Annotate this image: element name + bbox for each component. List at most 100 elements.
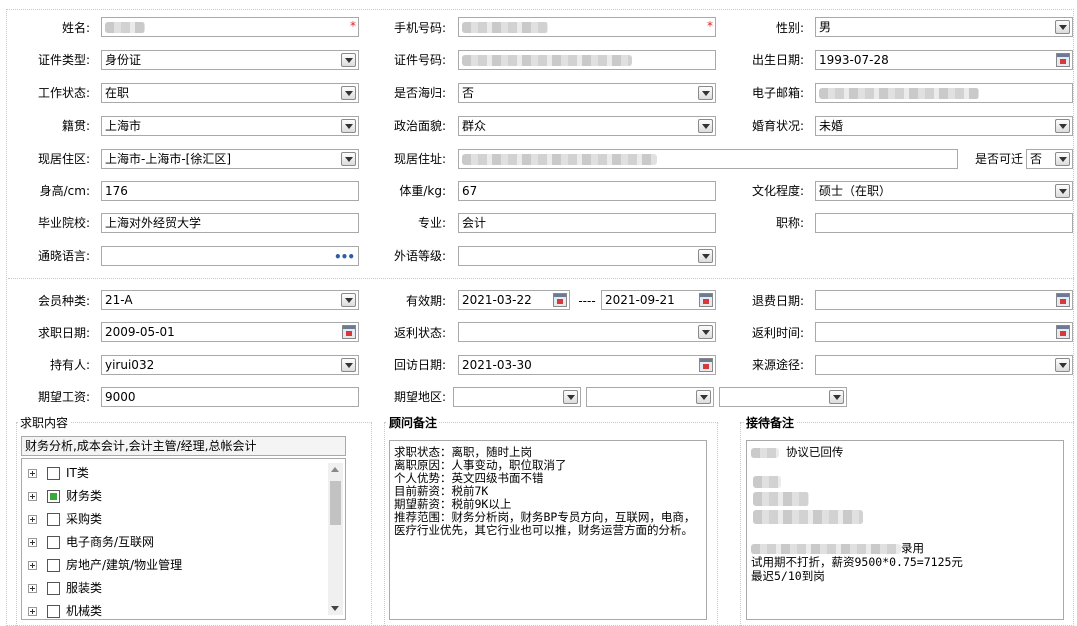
note-line: 试用期不打折，薪资9500*0.75=7125元	[751, 555, 963, 569]
phone-input[interactable]: *	[458, 17, 716, 37]
calendar-icon[interactable]	[342, 325, 356, 339]
chevron-down-icon[interactable]	[698, 86, 713, 100]
work-status-select[interactable]: 在职	[101, 83, 359, 103]
chevron-down-icon[interactable]	[696, 390, 711, 404]
school-input[interactable]: 上海对外经贸大学	[101, 213, 359, 233]
calendar-icon[interactable]	[1056, 293, 1070, 307]
redacted-block	[751, 474, 1059, 538]
expand-icon[interactable]	[28, 561, 37, 570]
major-input[interactable]: 会计	[458, 213, 716, 233]
language-level-select[interactable]	[458, 246, 716, 266]
tree-scrollbar[interactable]	[328, 463, 343, 615]
salary-input[interactable]: 9000	[101, 387, 359, 407]
chevron-down-icon[interactable]	[1055, 184, 1070, 198]
chevron-down-icon[interactable]	[1055, 358, 1070, 372]
redacted-value	[105, 22, 145, 33]
valid-to-input[interactable]: 2021-09-21	[601, 290, 716, 310]
chevron-down-icon[interactable]	[341, 293, 356, 307]
education-select[interactable]: 硕士（在职）	[815, 181, 1073, 201]
residence-area-select[interactable]: 上海市-上海市-[徐汇区]	[101, 149, 359, 169]
holder-value: yirui032	[105, 358, 155, 372]
checkbox[interactable]	[47, 605, 60, 618]
checkbox[interactable]	[47, 513, 60, 526]
expand-icon[interactable]	[28, 538, 37, 547]
region-district-select[interactable]	[719, 387, 847, 407]
id-type-select[interactable]: 身份证	[101, 50, 359, 70]
email-input[interactable]	[815, 83, 1073, 103]
expand-icon[interactable]	[28, 607, 37, 616]
chevron-down-icon[interactable]	[1055, 119, 1070, 133]
tree-item-label: 电子商务/互联网	[66, 535, 155, 549]
reception-notes-textarea[interactable]: 协议已回传 录用 试用期不打折，薪资9500*0.75=7125元 最迟5/10…	[746, 440, 1064, 620]
checkbox[interactable]	[47, 467, 60, 480]
gender-select[interactable]: 男	[815, 17, 1073, 37]
weight-value: 67	[462, 184, 478, 198]
chevron-down-icon[interactable]	[341, 152, 356, 166]
job-category-tree[interactable]: IT类 财务类 采购类 电子商务/互联网 房地产/建筑/物业管理 服装类 机械类	[21, 458, 346, 620]
member-type-value: 21-A	[105, 293, 133, 307]
chevron-down-icon[interactable]	[698, 249, 713, 263]
checkbox-checked[interactable]	[47, 490, 60, 503]
calendar-icon[interactable]	[1056, 53, 1070, 67]
chevron-down-icon[interactable]	[341, 53, 356, 67]
political-select[interactable]: 群众	[458, 116, 716, 136]
calendar-icon[interactable]	[699, 293, 713, 307]
chevron-down-icon[interactable]	[1055, 152, 1070, 166]
calendar-icon[interactable]	[553, 293, 567, 307]
native-label: 籍贯:	[61, 119, 90, 133]
revisit-date-input[interactable]: 2021-03-30	[458, 355, 716, 375]
chevron-down-icon[interactable]	[698, 325, 713, 339]
holder-label: 持有人:	[49, 358, 90, 372]
note-line: 协议已回传	[751, 446, 1059, 460]
checkbox[interactable]	[47, 559, 60, 572]
scroll-down-icon[interactable]	[331, 606, 339, 611]
tree-item-label: IT类	[66, 466, 89, 480]
marital-label: 婚育状况:	[751, 119, 804, 133]
refund-date-input[interactable]	[815, 290, 1073, 310]
height-input[interactable]: 176	[101, 181, 359, 201]
native-select[interactable]: 上海市	[101, 116, 359, 136]
expand-icon[interactable]	[28, 515, 37, 524]
id-number-input[interactable]	[458, 50, 716, 70]
consultant-notes-textarea[interactable]: 求职状态：离职，随时上岗 离职原因：人事变动，职位取消了 个人优势：英文四级书面…	[389, 440, 707, 620]
residence-area-value: 上海市-上海市-[徐汇区]	[105, 152, 232, 166]
chevron-down-icon[interactable]	[563, 390, 578, 404]
source-select[interactable]	[815, 355, 1073, 375]
salary-value: 9000	[105, 390, 136, 404]
member-type-select[interactable]: 21-A	[101, 290, 359, 310]
holder-select[interactable]: yirui032	[101, 355, 359, 375]
returnee-select[interactable]: 否	[458, 83, 716, 103]
chevron-down-icon[interactable]	[1055, 20, 1070, 34]
residence-address-input[interactable]	[458, 149, 958, 169]
relocate-select[interactable]: 否	[1026, 149, 1073, 169]
region-province-select[interactable]	[453, 387, 581, 407]
name-input[interactable]: *	[101, 17, 359, 37]
chevron-down-icon[interactable]	[341, 86, 356, 100]
rebate-status-select[interactable]	[458, 322, 716, 342]
birth-date-input[interactable]: 1993-07-28	[815, 50, 1073, 70]
redacted-value	[819, 88, 979, 99]
marital-select[interactable]: 未婚	[815, 116, 1073, 136]
chevron-down-icon[interactable]	[829, 390, 844, 404]
weight-input[interactable]: 67	[458, 181, 716, 201]
scroll-up-icon[interactable]	[331, 467, 339, 472]
calendar-icon[interactable]	[1056, 325, 1070, 339]
scroll-thumb[interactable]	[330, 481, 341, 525]
more-icon[interactable]: •••	[334, 248, 355, 265]
redacted-value	[462, 154, 657, 165]
expand-icon[interactable]	[28, 469, 37, 478]
expand-icon[interactable]	[28, 584, 37, 593]
job-title-input[interactable]	[815, 213, 1073, 233]
job-date-input[interactable]: 2009-05-01	[101, 322, 359, 342]
region-city-select[interactable]	[586, 387, 714, 407]
checkbox[interactable]	[47, 536, 60, 549]
expand-icon[interactable]	[28, 492, 37, 501]
chevron-down-icon[interactable]	[341, 119, 356, 133]
checkbox[interactable]	[47, 582, 60, 595]
rebate-time-input[interactable]	[815, 322, 1073, 342]
language-input[interactable]: •••	[101, 246, 359, 266]
chevron-down-icon[interactable]	[698, 119, 713, 133]
calendar-icon[interactable]	[699, 358, 713, 372]
chevron-down-icon[interactable]	[341, 358, 356, 372]
valid-from-input[interactable]: 2021-03-22	[458, 290, 570, 310]
